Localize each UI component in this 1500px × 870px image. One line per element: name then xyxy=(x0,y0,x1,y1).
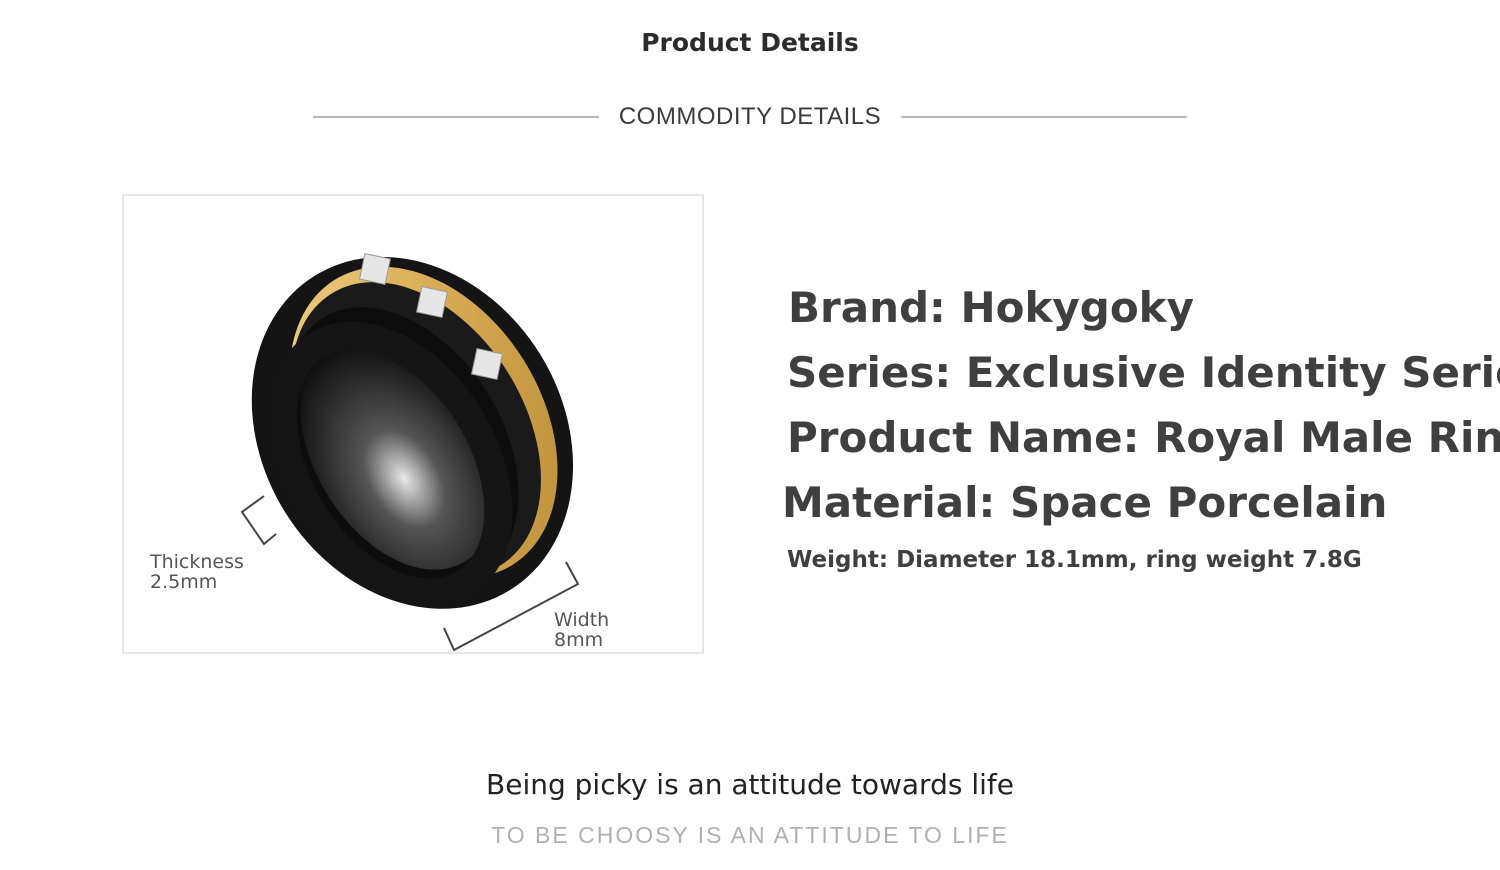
divider-line-right xyxy=(901,116,1187,118)
slogan: Being picky is an attitude towards life xyxy=(486,768,1014,801)
page-title: Product Details xyxy=(641,28,859,57)
thickness-label: Thickness 2.5mm xyxy=(150,552,244,592)
spec-product-name: Product Name: Royal Male Ring xyxy=(787,413,1500,462)
section-subtitle: COMMODITY DETAILS xyxy=(618,103,882,130)
divider-line-left xyxy=(313,116,599,118)
width-label-text: Width xyxy=(554,609,610,631)
width-value-text: 8mm xyxy=(554,629,604,651)
spec-brand: Brand: Hokygoky xyxy=(788,283,1194,332)
width-label: Width 8mm xyxy=(554,610,609,650)
ring-body xyxy=(251,257,574,609)
spec-weight: Weight: Diameter 18.1mm, ring weight 7.8… xyxy=(787,547,1362,573)
thickness-value-text: 2.5mm xyxy=(150,571,218,593)
spec-series: Series: Exclusive Identity Series xyxy=(787,348,1500,397)
spec-material: Material: Space Porcelain xyxy=(782,478,1388,527)
spec-list: Brand: Hokygoky Series: Exclusive Identi… xyxy=(782,280,1500,580)
product-image: Thickness 2.5mm Width 8mm xyxy=(122,194,704,654)
slogan-english: TO BE CHOOSY IS AN ATTITUDE TO LIFE xyxy=(491,822,1009,848)
section-divider: COMMODITY DETAILS xyxy=(313,100,1187,134)
thickness-label-text: Thickness xyxy=(150,551,244,573)
thickness-bracket xyxy=(240,495,277,546)
